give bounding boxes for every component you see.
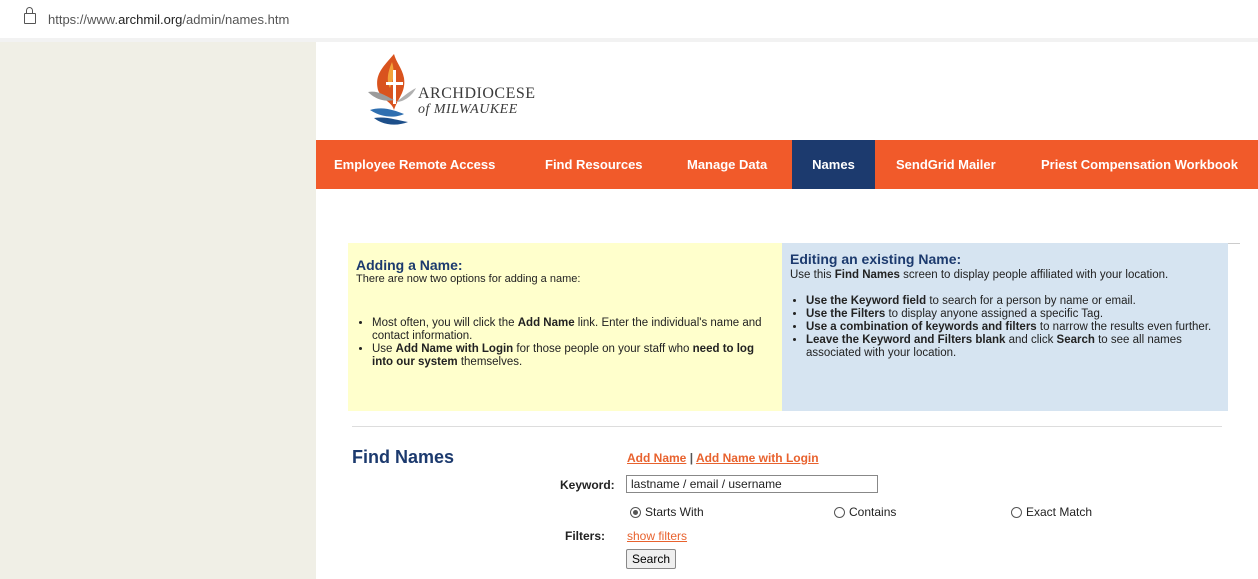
radio-checked-icon: [630, 506, 641, 518]
list-item: Most often, you will click the Add Name …: [372, 317, 772, 343]
add-links: Add Name | Add Name with Login: [627, 451, 819, 465]
add-name-with-login-link[interactable]: Add Name with Login: [696, 451, 819, 465]
keyword-label: Keyword:: [560, 478, 615, 492]
address-bar[interactable]: https://www.archmil.org/admin/names.htm: [0, 0, 1258, 42]
list-item: Leave the Keyword and Filters blank and …: [806, 334, 1226, 360]
url-text[interactable]: https://www.archmil.org/admin/names.htm: [48, 12, 289, 27]
editing-name-intro: Use this Find Names screen to display pe…: [790, 269, 1169, 281]
radio-unchecked-icon: [834, 506, 845, 518]
radio-unchecked-icon: [1011, 506, 1022, 518]
radio-starts-with[interactable]: Starts With: [630, 505, 704, 519]
find-names-title: Find Names: [352, 447, 455, 467]
dove-cross-icon: [368, 54, 416, 125]
archdiocese-logo[interactable]: ARCHDIOCESE of MILWAUKEE: [364, 52, 564, 132]
keyword-input[interactable]: [626, 475, 878, 493]
radio-exact-match[interactable]: Exact Match: [1011, 505, 1092, 519]
adding-name-title: Adding a Name:: [356, 257, 463, 273]
radio-contains[interactable]: Contains: [834, 505, 896, 519]
nav-priest-compensation-workbook[interactable]: Priest Compensation Workbook: [1041, 140, 1238, 189]
logo-text-archdiocese: ARCHDIOCESE: [418, 85, 536, 102]
filters-label: Filters:: [565, 529, 606, 543]
show-filters-link[interactable]: show filters: [627, 529, 687, 543]
link-separator: |: [689, 451, 694, 465]
list-item: Use Add Name with Login for those people…: [372, 343, 772, 369]
nav-manage-data[interactable]: Manage Data: [687, 140, 767, 189]
list-item: Use the Filters to display anyone assign…: [806, 308, 1226, 321]
logo-text-milwaukee: of MILWAUKEE: [418, 102, 518, 117]
editing-name-box: Editing an existing Name: Use this Find …: [782, 243, 1228, 411]
nav-names[interactable]: Names: [792, 140, 875, 189]
editing-name-list: Use the Keyword field to search for a pe…: [790, 295, 1226, 360]
adding-name-box: Adding a Name: There are now two options…: [348, 243, 782, 411]
main-nav: Employee Remote Access Find Resources Ma…: [316, 140, 1258, 189]
nav-employee-remote-access[interactable]: Employee Remote Access: [334, 140, 495, 189]
editing-name-title: Editing an existing Name:: [790, 251, 962, 267]
lock-icon: [24, 7, 36, 24]
search-button[interactable]: Search: [626, 549, 677, 569]
nav-sendgrid-mailer[interactable]: SendGrid Mailer: [896, 140, 996, 189]
list-item: Use the Keyword field to search for a pe…: [806, 295, 1226, 308]
section-divider: [352, 426, 1222, 427]
adding-name-list: Most often, you will click the Add Name …: [356, 317, 772, 369]
list-item: Use a combination of keywords and filter…: [806, 321, 1226, 334]
left-panel: [0, 42, 316, 579]
divider-line: [1228, 243, 1240, 244]
adding-name-intro: There are now two options for adding a n…: [356, 273, 581, 285]
nav-find-resources[interactable]: Find Resources: [545, 140, 643, 189]
add-name-link[interactable]: Add Name: [627, 451, 686, 465]
